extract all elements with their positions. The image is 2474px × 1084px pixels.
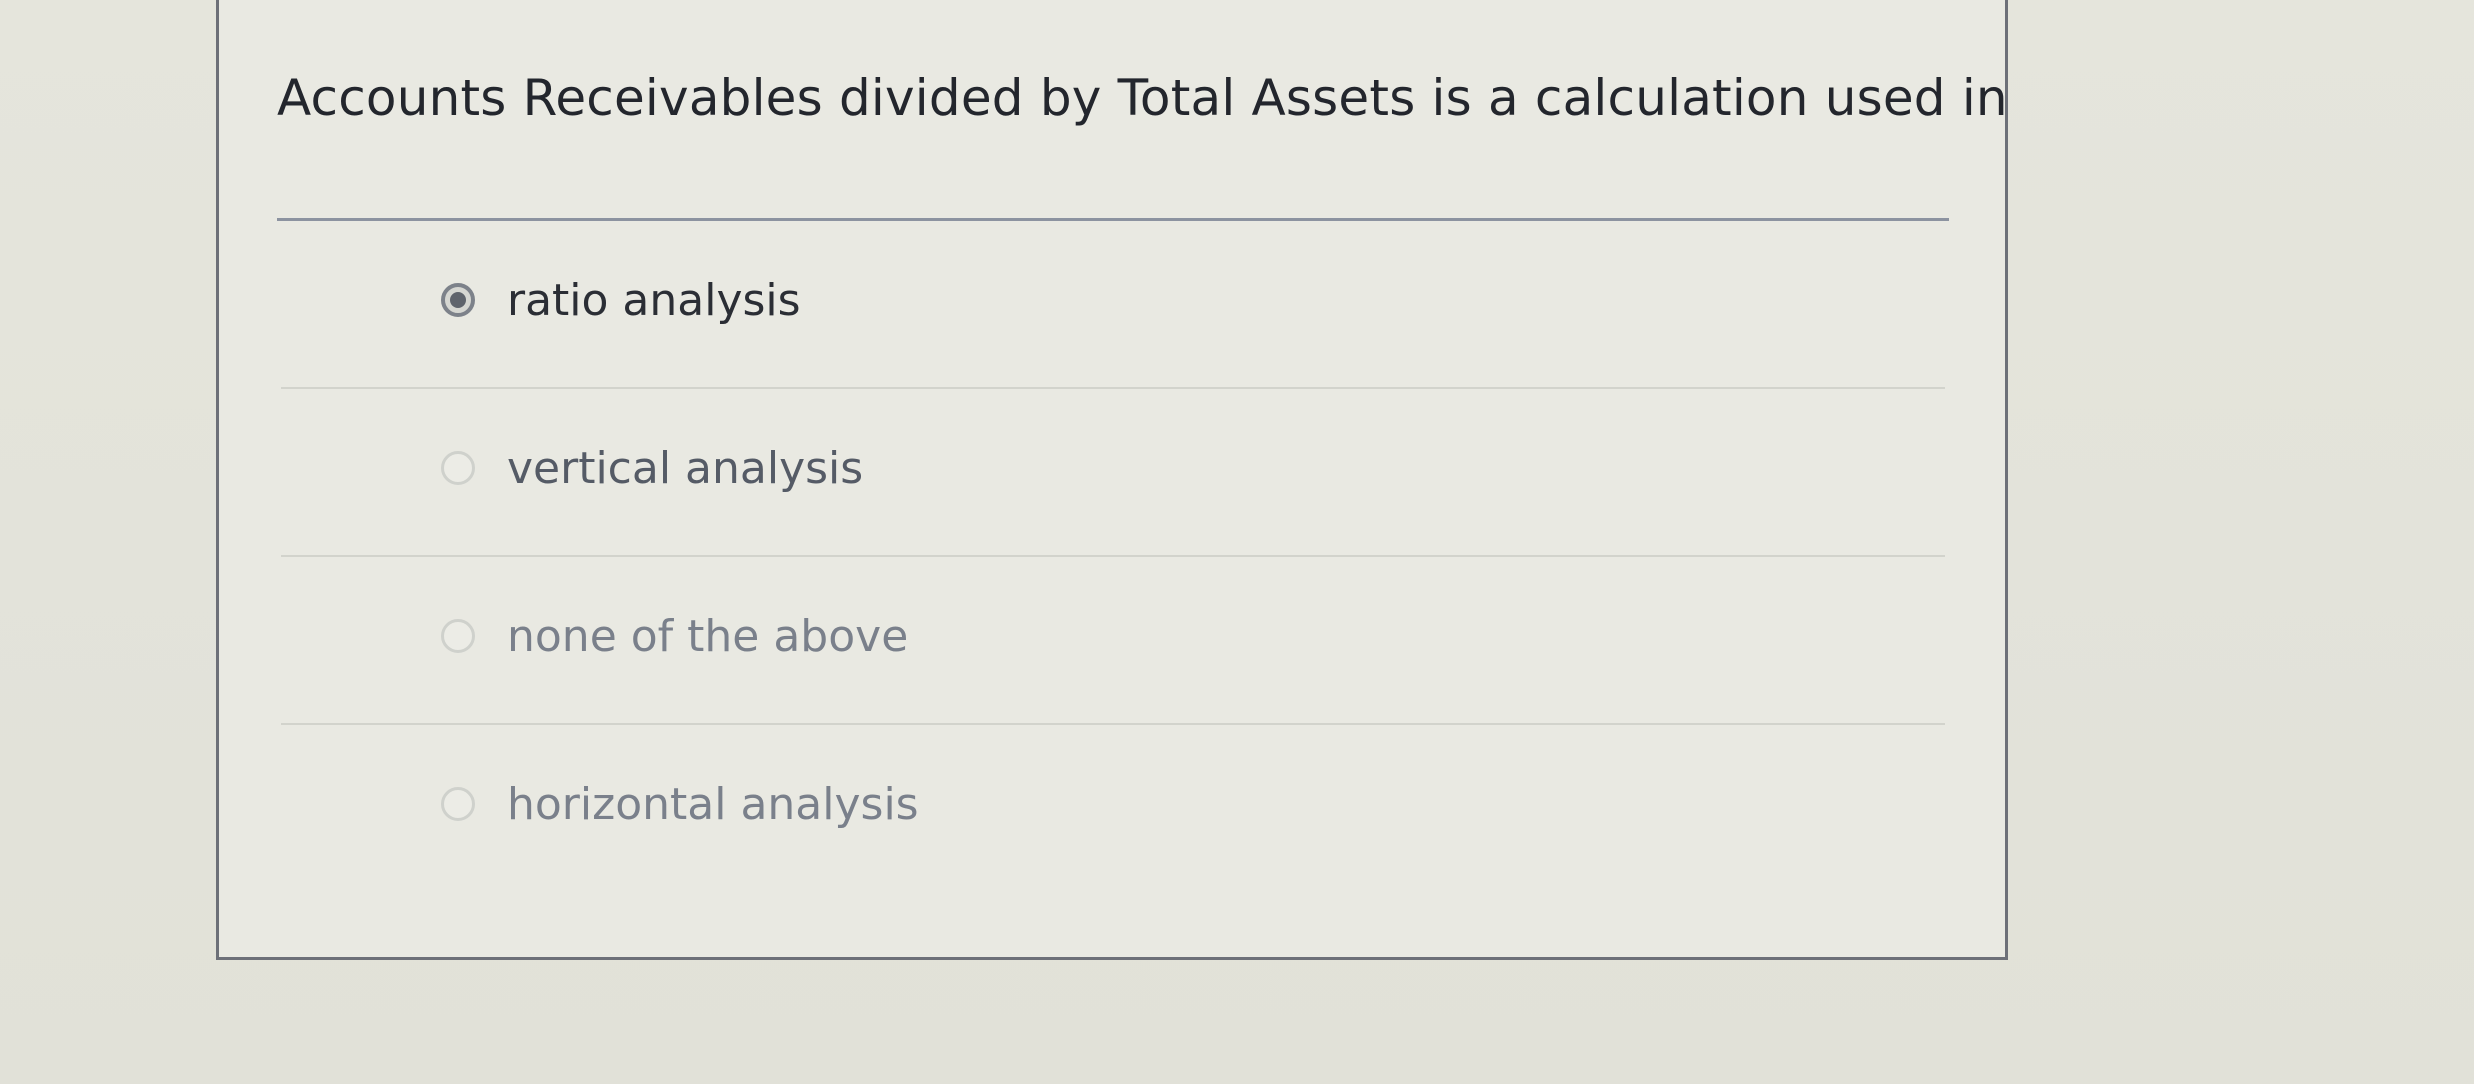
- answer-label[interactable]: ratio analysis: [507, 275, 801, 326]
- radio-button[interactable]: [441, 619, 475, 653]
- question-card: Accounts Receivables divided by Total As…: [216, 0, 2008, 960]
- answer-option-none-of-the-above[interactable]: none of the above: [281, 557, 1945, 725]
- radio-button[interactable]: [441, 787, 475, 821]
- answer-option-ratio-analysis[interactable]: ratio analysis: [281, 221, 1945, 389]
- answer-label[interactable]: vertical analysis: [507, 443, 863, 494]
- question-text: Accounts Receivables divided by Total As…: [277, 69, 2008, 127]
- answer-label[interactable]: horizontal analysis: [507, 779, 919, 830]
- answer-label[interactable]: none of the above: [507, 611, 908, 662]
- answer-option-vertical-analysis[interactable]: vertical analysis: [281, 389, 1945, 557]
- page: { "question": { "text": "Accounts Receiv…: [0, 0, 2474, 1084]
- radio-button[interactable]: [441, 451, 475, 485]
- answer-option-horizontal-analysis[interactable]: horizontal analysis: [281, 725, 1945, 893]
- answer-list: ratio analysis vertical analysis none of…: [281, 221, 1945, 893]
- radio-button-checked[interactable]: [441, 283, 475, 317]
